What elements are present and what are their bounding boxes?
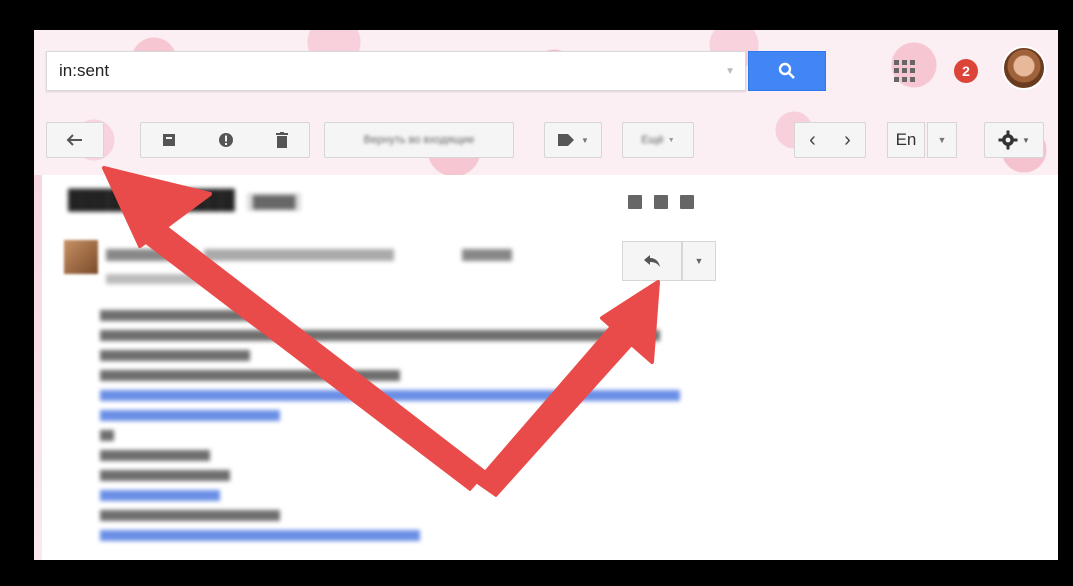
- labels-button[interactable]: ▼: [544, 122, 602, 158]
- chevron-down-icon: ▼: [937, 135, 947, 145]
- settings-button[interactable]: ▼: [984, 122, 1044, 158]
- label-icon: [558, 134, 575, 146]
- pagination-buttons: ‹ ›: [794, 122, 866, 158]
- message-view-icons: [628, 195, 694, 209]
- move-to-inbox-button[interactable]: Вернуть во входящие: [324, 122, 514, 158]
- recipient-line: [106, 274, 226, 284]
- chevron-down-icon: ▼: [581, 135, 589, 145]
- chevron-right-icon[interactable]: ›: [844, 129, 851, 152]
- back-arrow-icon: [66, 134, 82, 146]
- email-body: [100, 310, 700, 550]
- print-icon[interactable]: [654, 195, 668, 209]
- language-dropdown[interactable]: ▼: [927, 122, 957, 158]
- move-to-inbox-label: Вернуть во входящие: [363, 134, 475, 146]
- sender-avatar: [64, 240, 98, 274]
- archive-icon[interactable]: [162, 133, 176, 147]
- reply-icon: [644, 255, 660, 267]
- notifications-badge[interactable]: 2: [954, 59, 978, 83]
- reply-more-button[interactable]: ▼: [682, 241, 716, 281]
- email-subject: ████████ ████ █████: [68, 190, 302, 212]
- account-avatar[interactable]: [1002, 46, 1046, 90]
- language-button[interactable]: En: [887, 122, 925, 158]
- action-button-group: [140, 122, 310, 158]
- expand-all-icon[interactable]: [628, 195, 642, 209]
- more-button[interactable]: Ещё ▼: [622, 122, 694, 158]
- search-icon: [778, 62, 795, 79]
- more-label: Ещё: [641, 134, 664, 146]
- search-options-caret-icon[interactable]: ▼: [725, 66, 735, 77]
- apps-grid-icon[interactable]: [894, 60, 916, 82]
- gear-icon: [998, 130, 1018, 150]
- chevron-down-icon: ▼: [694, 256, 704, 266]
- back-button[interactable]: [46, 122, 104, 158]
- new-window-icon[interactable]: [680, 195, 694, 209]
- spam-icon[interactable]: [218, 132, 234, 148]
- chevron-down-icon: ▼: [667, 136, 675, 144]
- sidebar-edge: [34, 175, 42, 560]
- delete-icon[interactable]: [276, 132, 288, 148]
- search-box[interactable]: ▼: [46, 51, 746, 91]
- search-input[interactable]: [59, 61, 699, 81]
- gmail-window: ▼ 2 Вернуть во входящие ▼ Ещё ▼ ‹ ›: [34, 30, 1058, 560]
- reply-button[interactable]: [622, 241, 682, 281]
- search-button[interactable]: [748, 51, 826, 91]
- sender-line: [106, 248, 586, 262]
- chevron-down-icon: ▼: [1022, 135, 1030, 145]
- chevron-left-icon[interactable]: ‹: [809, 129, 816, 152]
